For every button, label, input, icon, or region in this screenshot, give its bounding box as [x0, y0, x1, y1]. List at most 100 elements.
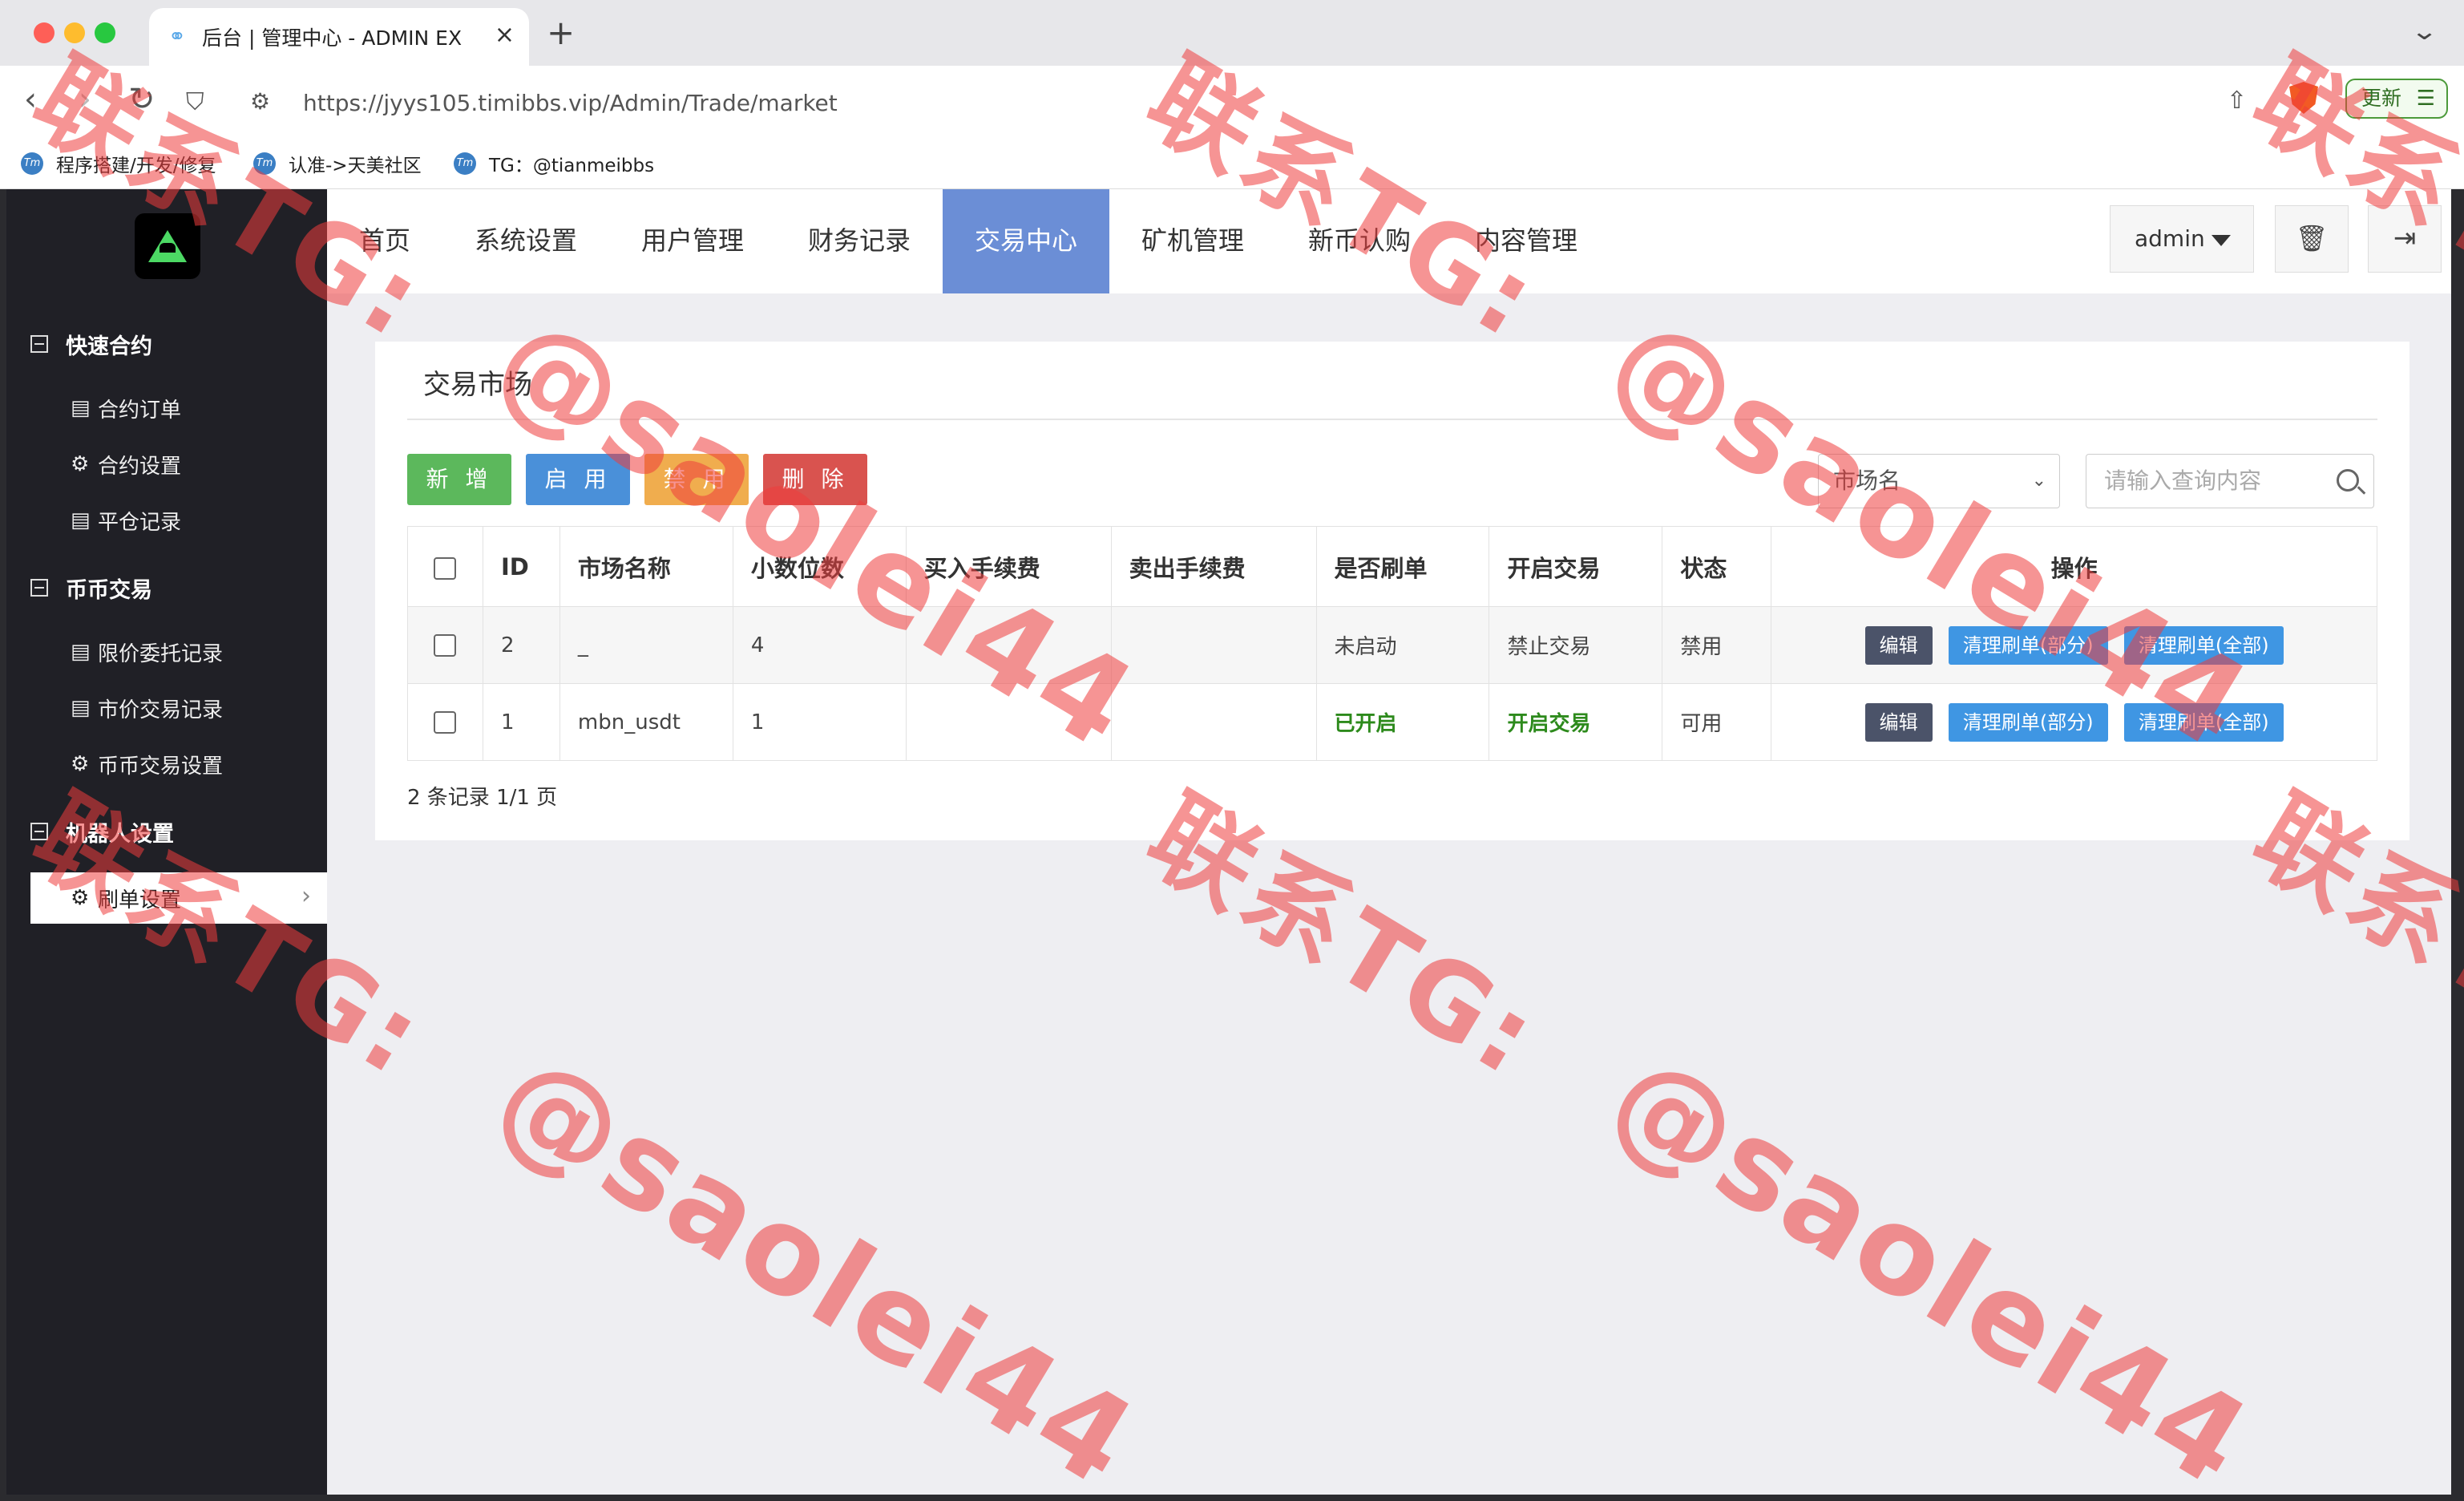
forward-icon[interactable]: ›	[79, 83, 91, 115]
window-zoom-button[interactable]	[95, 22, 115, 43]
disable-button[interactable]: 禁 用	[644, 454, 749, 505]
reload-icon[interactable]: ↻	[128, 83, 156, 115]
add-button[interactable]: 新 增	[407, 454, 511, 505]
cell-decimals: 1	[732, 683, 907, 761]
nav-user-management[interactable]: 用户管理	[609, 189, 776, 293]
search-icon[interactable]	[2337, 469, 2359, 492]
window-minimize-button[interactable]	[64, 22, 85, 43]
sidebar-item-label: 平仓记录	[98, 510, 182, 535]
share-icon[interactable]: ⇧	[2227, 87, 2247, 115]
bookmark-item[interactable]: Tm 程序搭建/开发/修复	[21, 148, 216, 180]
collapse-icon	[30, 335, 48, 353]
market-field-select[interactable]: 市场名 ⌄	[1818, 454, 2060, 508]
update-label: 更新	[2361, 87, 2402, 110]
clear-partial-button[interactable]: 清理刷单(部分)	[1948, 625, 2108, 665]
logout-button[interactable]: ⇥	[2368, 205, 2442, 273]
clear-all-button[interactable]: 清理刷单(全部)	[2123, 702, 2284, 742]
sidebar-item-spot-settings[interactable]: ⚙ 币币交易设置	[71, 744, 223, 784]
search-placeholder: 请输入查询内容	[2104, 467, 2262, 494]
bookmark-icon[interactable]: ⛉	[186, 87, 204, 119]
sidebar-item-close-records[interactable]: ▤ 平仓记录	[71, 500, 181, 540]
sidebar-item-limit-orders[interactable]: ▤ 限价委托记录	[71, 632, 223, 672]
cell-buy-fee	[905, 683, 1112, 761]
nav-content-management[interactable]: 内容管理	[1443, 189, 1610, 293]
sidebar-item-label: 合约订单	[98, 398, 182, 423]
app-logo[interactable]	[135, 213, 200, 279]
bookmark-item[interactable]: Tm TG：@tianmeibbs	[454, 148, 654, 180]
sidebar-group-label: 币币交易	[66, 577, 152, 603]
update-button[interactable]: 更新 ☰	[2345, 79, 2448, 119]
clear-all-button[interactable]: 清理刷单(全部)	[2123, 625, 2284, 665]
row-checkbox[interactable]	[434, 634, 457, 657]
list-icon: ▤	[71, 396, 91, 420]
cell-decimals: 4	[732, 606, 907, 684]
sidebar-item-contract-settings[interactable]: ⚙ 合约设置	[71, 444, 181, 484]
nav-new-coin-subscription[interactable]: 新币认购	[1276, 189, 1443, 293]
gear-icon: ⚙	[71, 886, 90, 910]
cell-actions: 编辑 清理刷单(部分) 清理刷单(全部)	[1771, 606, 2377, 684]
sidebar-item-market-trades[interactable]: ▤ 市价交易记录	[71, 688, 223, 728]
clear-cache-button[interactable]: 🗑	[2275, 205, 2349, 273]
top-nav: 首页 系统设置 用户管理 财务记录 交易中心 矿机管理 新币认购 内容管理 ad…	[327, 189, 2451, 293]
nav-system-settings[interactable]: 系统设置	[442, 189, 609, 293]
sidebar-item-brush-settings[interactable]: ⚙ 刷单设置 ›	[30, 872, 327, 924]
bookmarks-bar: Tm 程序搭建/开发/修复 Tm 认准->天美社区 Tm TG：@tianmei…	[0, 140, 2464, 189]
bookmark-label: 程序搭建/开发/修复	[56, 156, 216, 176]
cell-trade: 开启交易	[1488, 683, 1663, 761]
url-text: https://jyys105.timibbs.vip/Admin/Trade/…	[303, 90, 838, 116]
search-input[interactable]: 请输入查询内容	[2086, 454, 2374, 508]
browser-toolbar: ‹ › ↻ ⛉ ⚙ https://jyys105.timibbs.vip/Ad…	[0, 66, 2464, 140]
list-icon: ▤	[71, 508, 91, 532]
edit-button[interactable]: 编辑	[1864, 625, 1933, 665]
sidebar-group-label: 快速合约	[66, 334, 152, 359]
sidebar-item-label: 市价交易记录	[98, 698, 224, 722]
address-bar[interactable]: ⚙ https://jyys105.timibbs.vip/Admin/Trad…	[237, 77, 2193, 128]
bookmark-label: 认准->天美社区	[289, 156, 422, 176]
brave-shield-icon[interactable]	[2289, 82, 2318, 114]
table-header-row: ID 市场名称 小数位数 买入手续费 卖出手续费 是否刷单 开启交易 状态 操作	[407, 526, 2377, 607]
row-select-cell	[407, 683, 483, 761]
nav-miner-management[interactable]: 矿机管理	[1109, 189, 1276, 293]
menu-icon: ☰	[2416, 87, 2435, 111]
sidebar-group-label: 机器人设置	[66, 821, 174, 847]
sidebar-group-spot[interactable]: 币币交易	[30, 568, 152, 608]
select-all-checkbox[interactable]	[434, 556, 457, 580]
collapse-icon	[30, 579, 48, 597]
nav-home[interactable]: 首页	[327, 189, 442, 293]
back-icon[interactable]: ‹	[24, 83, 37, 115]
sidebar-group-robot[interactable]: 机器人设置	[30, 811, 174, 852]
sidebar-item-label: 限价委托记录	[98, 641, 224, 666]
sidebar-item-contract-orders[interactable]: ▤ 合约订单	[71, 388, 181, 428]
cell-brush: 未启动	[1315, 606, 1490, 684]
new-tab-button[interactable]: +	[547, 13, 575, 52]
row-checkbox[interactable]	[434, 711, 457, 734]
cell-sell-fee	[1110, 683, 1317, 761]
nav-trading-center[interactable]: 交易中心	[943, 189, 1110, 293]
window-close-button[interactable]	[34, 22, 55, 43]
tabs-dropdown-icon[interactable]: ⌄	[2410, 18, 2438, 46]
edit-button[interactable]: 编辑	[1864, 702, 1933, 742]
chevron-right-icon: ›	[301, 882, 311, 910]
sidebar-group-contract[interactable]: 快速合约	[30, 324, 152, 364]
cell-id: 2	[482, 606, 560, 684]
nav-finance-records[interactable]: 财务记录	[776, 189, 943, 293]
browser-tab-active[interactable]: ⚭ 后台 | 管理中心 - ADMIN EX ×	[149, 8, 529, 66]
tab-close-button[interactable]: ×	[495, 21, 515, 49]
cell-buy-fee	[905, 606, 1112, 684]
cell-actions: 编辑 清理刷单(部分) 清理刷单(全部)	[1771, 683, 2377, 761]
site-settings-icon[interactable]: ⚙	[250, 88, 270, 115]
delete-button[interactable]: 删 除	[763, 454, 867, 505]
sidebar: 快速合约 ▤ 合约订单 ⚙ 合约设置 ▤ 平仓记录 币币交易 ▤ 限价委托记录 …	[6, 189, 327, 1495]
clear-partial-button[interactable]: 清理刷单(部分)	[1948, 702, 2108, 742]
cell-brush: 已开启	[1315, 683, 1490, 761]
bookmark-item[interactable]: Tm 认准->天美社区	[253, 148, 422, 180]
table-row: 1 mbn_usdt 1 已开启 开启交易 可用 编辑 清理刷单(部分) 清理刷…	[407, 683, 2377, 761]
admin-dropdown[interactable]: admin	[2110, 205, 2254, 273]
cell-sell-fee	[1110, 606, 1317, 684]
cell-status: 可用	[1662, 683, 1772, 761]
trash-icon: 🗑	[2295, 223, 2329, 253]
column-header: ID	[482, 526, 560, 607]
enable-button[interactable]: 启 用	[526, 454, 630, 505]
cell-market-name: mbn_usdt	[559, 683, 733, 761]
cell-status: 禁用	[1662, 606, 1772, 684]
